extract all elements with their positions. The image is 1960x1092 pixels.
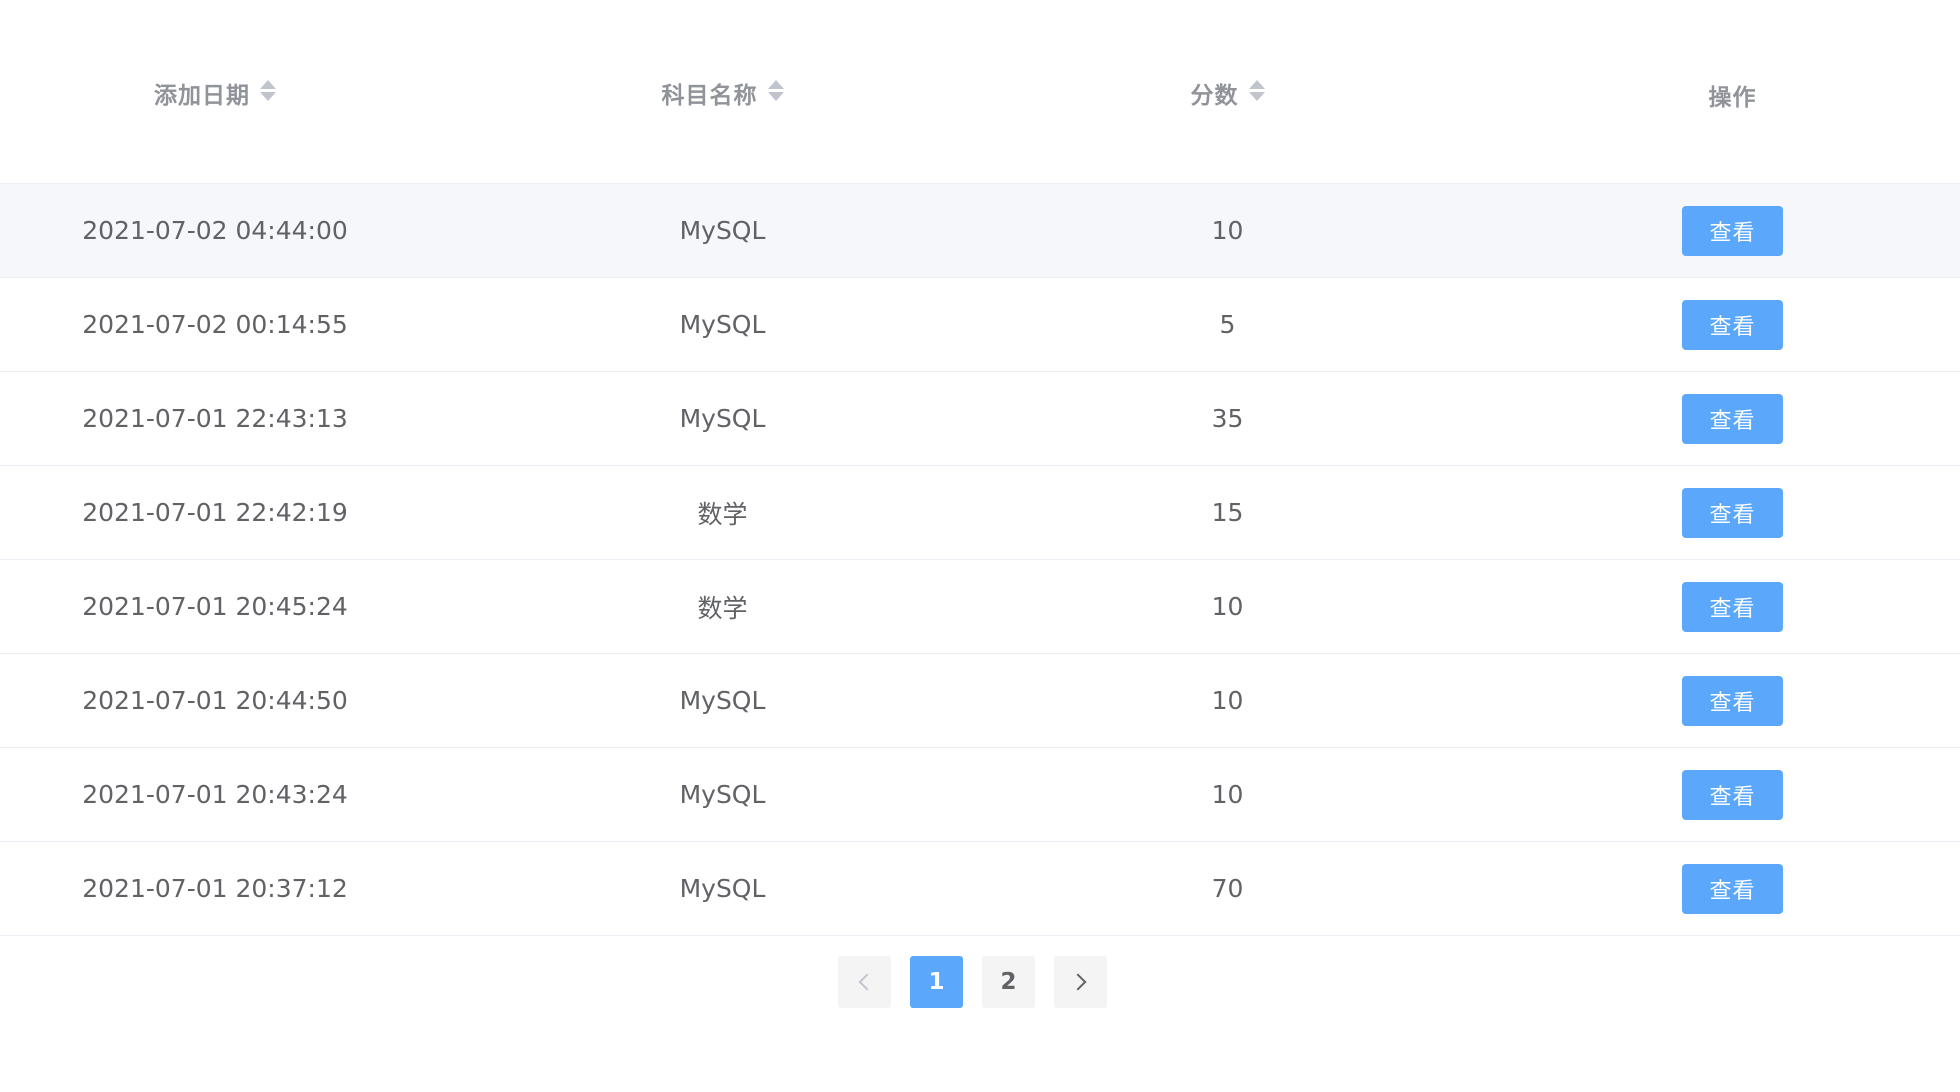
cell-action: 查看 (1490, 654, 1960, 747)
cell-date: 2021-07-01 22:43:13 (82, 404, 348, 433)
cell-action: 查看 (1490, 184, 1960, 277)
cell-subject: MySQL (679, 310, 766, 339)
view-button[interactable]: 查看 (1682, 393, 1783, 444)
pagination: 1 2 (838, 956, 1107, 1008)
view-button[interactable]: 查看 (1682, 863, 1783, 914)
chevron-right-icon (1069, 973, 1087, 991)
cell-action: 查看 (1490, 560, 1960, 653)
table-row: 2021-07-01 22:43:13 MySQL 35 查看 (0, 372, 1960, 466)
column-header-label: 分数 (1190, 83, 1239, 109)
page-button-1[interactable]: 1 (910, 956, 963, 1008)
column-header-label: 操作 (1708, 85, 1757, 111)
cell-action: 查看 (1490, 842, 1960, 935)
sort-caret-icon[interactable] (1248, 80, 1265, 101)
cell-subject: 数学 (697, 593, 748, 623)
view-button[interactable]: 查看 (1682, 299, 1783, 350)
column-header-label: 科目名称 (661, 83, 758, 109)
cell-score: 10 (1211, 592, 1244, 621)
table-row: 2021-07-01 20:45:24 数学 10 查看 (0, 560, 1960, 654)
cell-date: 2021-07-01 20:44:50 (82, 686, 348, 715)
table-row: 2021-07-01 20:44:50 MySQL 10 查看 (0, 654, 1960, 748)
column-header-label: 添加日期 (154, 83, 250, 109)
cell-subject: 数学 (697, 499, 748, 529)
page-button-2[interactable]: 2 (982, 956, 1035, 1008)
cell-subject: MySQL (679, 874, 766, 903)
cell-date: 2021-07-01 20:45:24 (82, 592, 348, 621)
cell-action: 查看 (1490, 372, 1960, 465)
view-button[interactable]: 查看 (1682, 675, 1783, 726)
cell-date: 2021-07-01 20:37:12 (82, 874, 348, 903)
prev-page-button[interactable] (838, 956, 891, 1008)
cell-action: 查看 (1490, 278, 1960, 371)
chevron-left-icon (858, 973, 876, 991)
view-button[interactable]: 查看 (1682, 205, 1783, 256)
cell-score: 10 (1211, 686, 1244, 715)
sort-caret-icon[interactable] (260, 80, 276, 101)
cell-action: 查看 (1490, 466, 1960, 559)
cell-date: 2021-07-02 04:44:00 (82, 216, 348, 245)
column-header-action: 操作 (1490, 0, 1960, 183)
next-page-button[interactable] (1054, 956, 1107, 1008)
table-row: 2021-07-01 20:43:24 MySQL 10 查看 (0, 748, 1960, 842)
cell-score: 10 (1211, 780, 1244, 809)
sort-caret-icon[interactable] (767, 80, 784, 101)
view-button[interactable]: 查看 (1682, 769, 1783, 820)
table-row: 2021-07-01 20:37:12 MySQL 70 查看 (0, 842, 1960, 936)
view-button[interactable]: 查看 (1682, 487, 1783, 538)
table-row: 2021-07-01 22:42:19 数学 15 查看 (0, 466, 1960, 560)
cell-score: 70 (1211, 874, 1244, 903)
cell-subject: MySQL (679, 216, 766, 245)
view-button[interactable]: 查看 (1682, 581, 1783, 632)
cell-score: 10 (1211, 216, 1244, 245)
cell-subject: MySQL (679, 686, 766, 715)
cell-date: 2021-07-01 22:42:19 (82, 498, 348, 527)
column-header-score[interactable]: 分数 (985, 0, 1470, 183)
column-header-subject[interactable]: 科目名称 (480, 0, 965, 183)
cell-score: 35 (1211, 404, 1244, 433)
column-header-date[interactable]: 添加日期 (0, 0, 430, 183)
cell-score: 5 (1219, 310, 1236, 339)
cell-score: 15 (1211, 498, 1244, 527)
table-header: 添加日期 科目名称 分数 操作 (0, 0, 1960, 184)
cell-action: 查看 (1490, 748, 1960, 841)
table-row: 2021-07-02 00:14:55 MySQL 5 查看 (0, 278, 1960, 372)
cell-subject: MySQL (679, 780, 766, 809)
cell-date: 2021-07-01 20:43:24 (82, 780, 348, 809)
cell-date: 2021-07-02 00:14:55 (82, 310, 348, 339)
cell-subject: MySQL (679, 404, 766, 433)
table-row: 2021-07-02 04:44:00 MySQL 10 查看 (0, 184, 1960, 278)
